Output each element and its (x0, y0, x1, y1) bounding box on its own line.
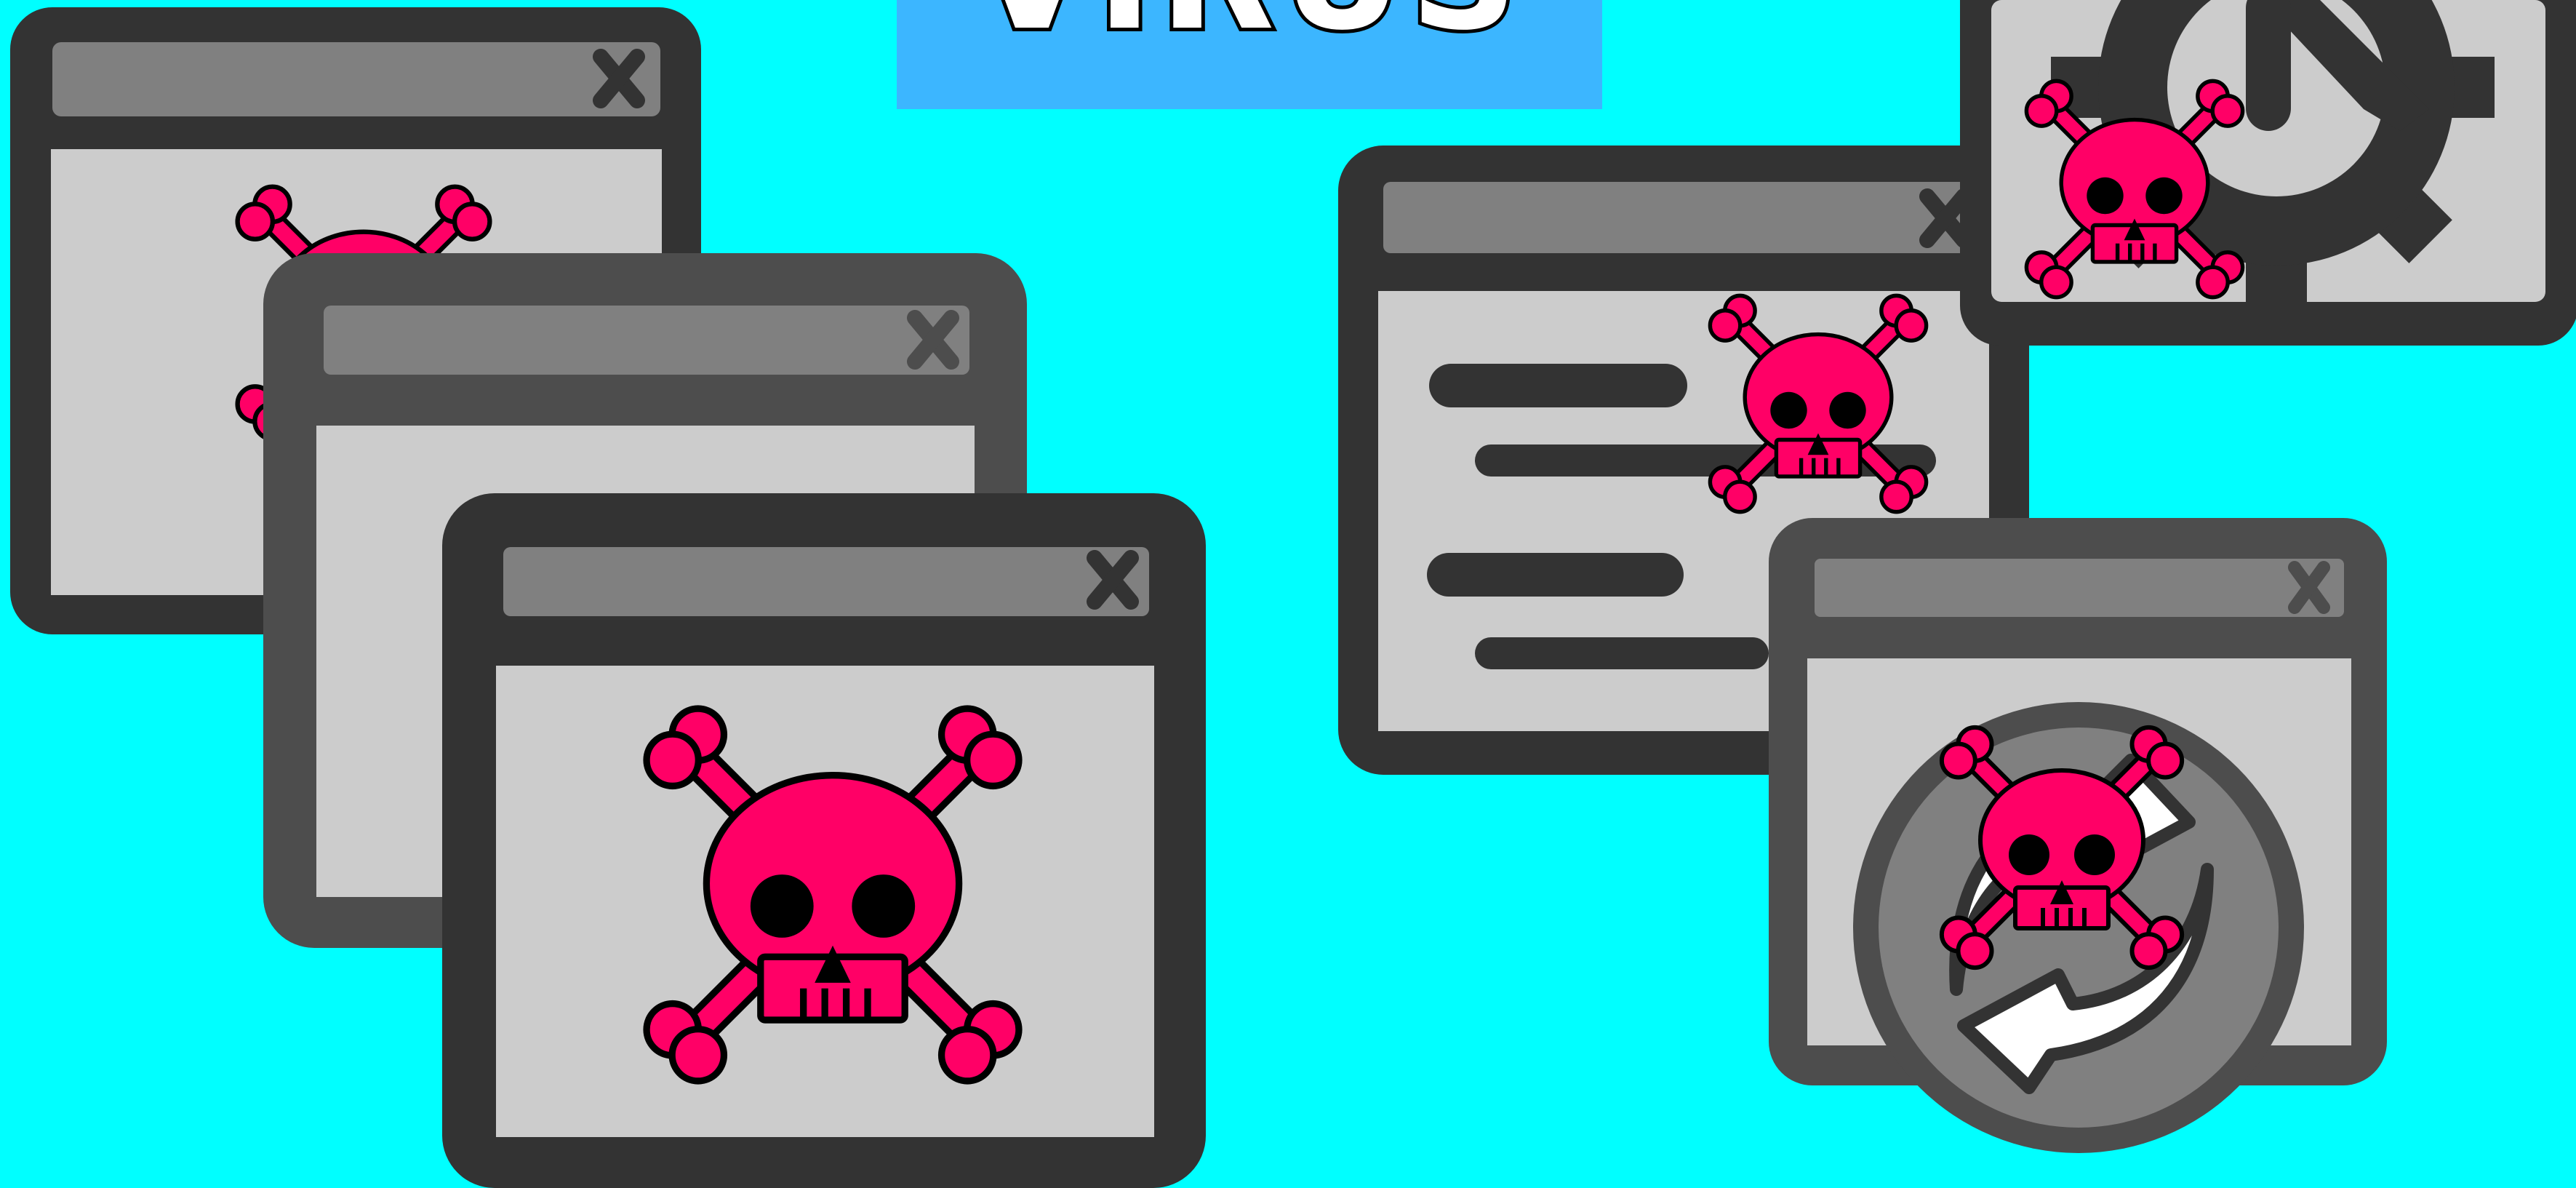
popup-window (1960, 0, 2576, 346)
popup-window (442, 493, 1206, 1188)
title-banner: VIRUS (897, 0, 1602, 109)
virus-illustration: VIRUS (0, 0, 2576, 1188)
refresh-arrows-icon (1853, 702, 2304, 1153)
title-text: VIRUS (975, 0, 1525, 63)
